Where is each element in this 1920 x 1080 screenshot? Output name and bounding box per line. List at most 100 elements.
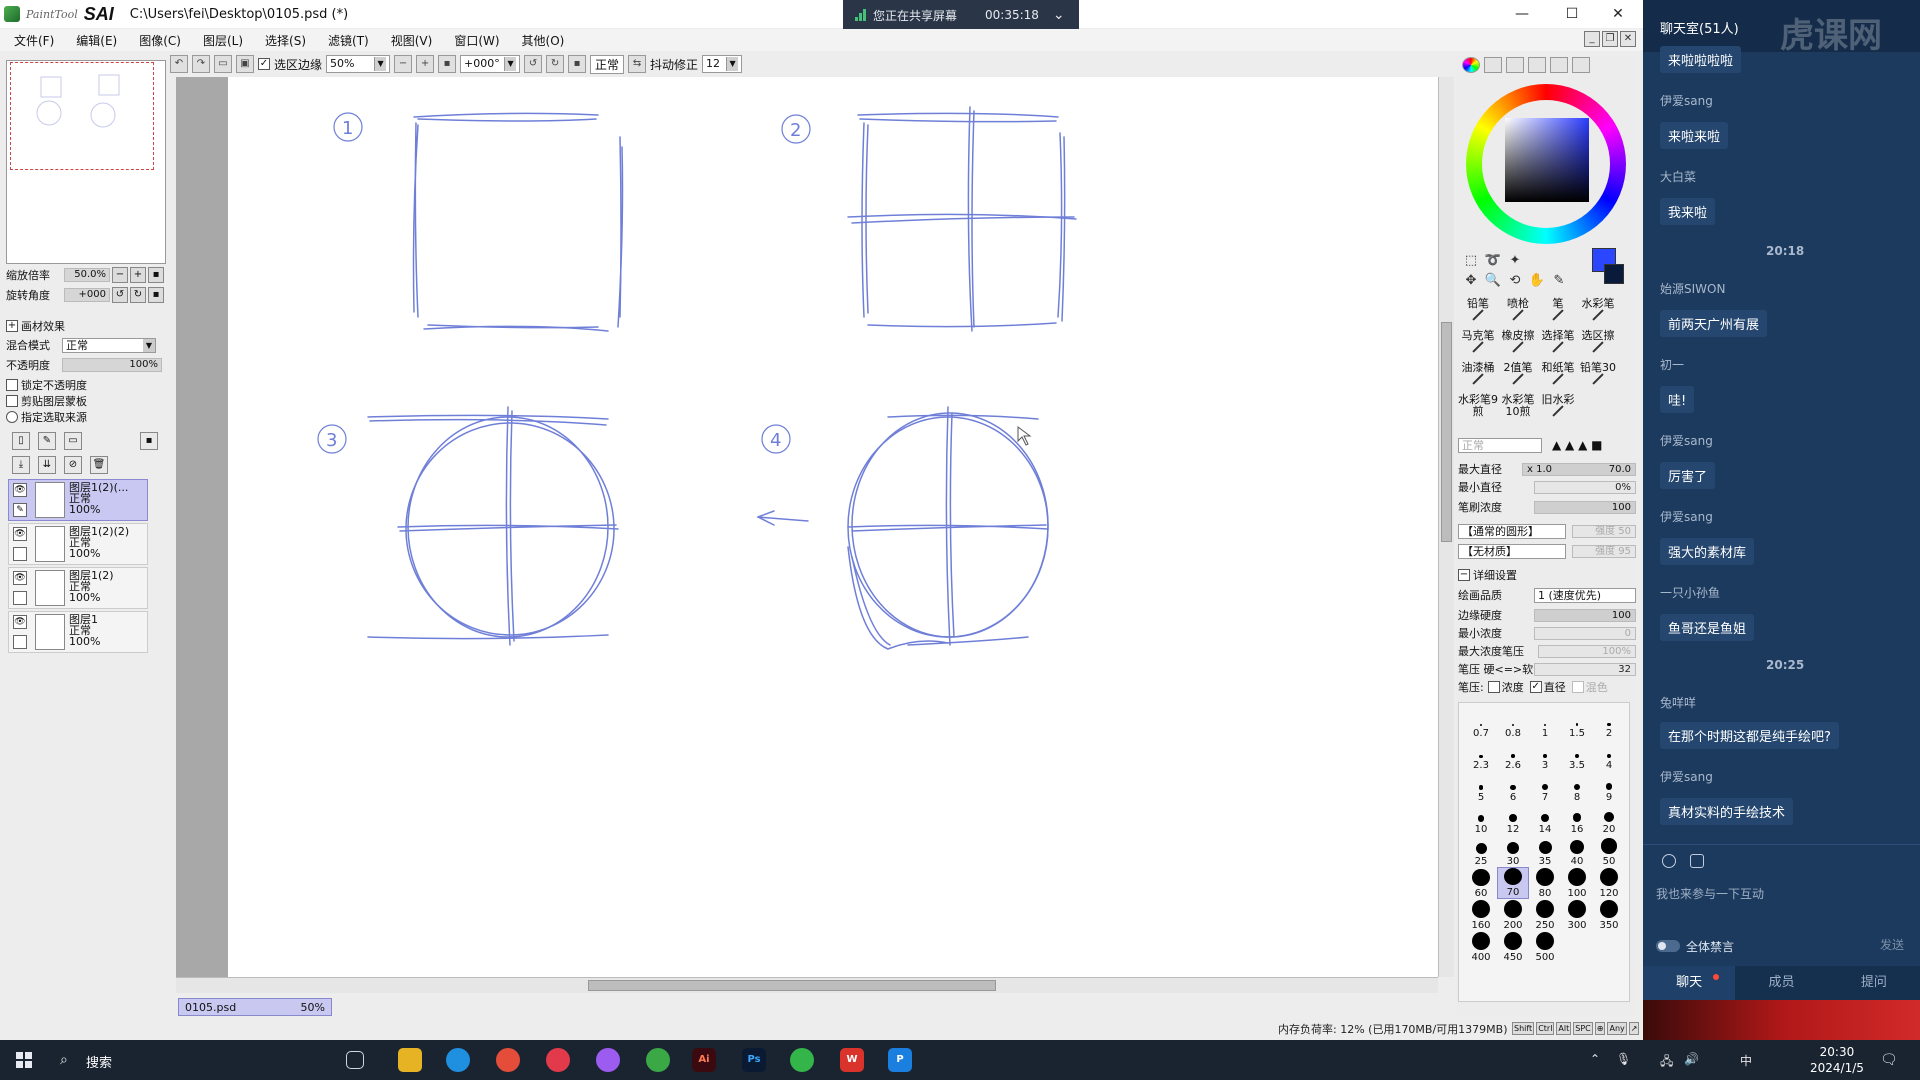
network-icon[interactable]: 🖧 — [1660, 1052, 1673, 1073]
taskbar-clock[interactable]: 20:30 2024/1/5 — [1810, 1044, 1864, 1076]
lasso-icon[interactable]: ➰ — [1484, 252, 1502, 270]
layer-item[interactable]: 👁 图层1(2)(2) 正常 100% — [8, 523, 148, 565]
selection-source-radio[interactable] — [6, 411, 18, 423]
swatch-tab-icon[interactable] — [1528, 57, 1546, 73]
zoom-fit-button[interactable]: ▪ — [148, 267, 164, 283]
zoom-minus-button[interactable]: − — [112, 267, 128, 283]
invert-selection-icon[interactable]: ▣ — [236, 55, 254, 73]
pressure-diameter-checkbox[interactable]: ✓ — [1529, 681, 1542, 693]
brush-old-watercolor[interactable]: 旧水彩 — [1538, 394, 1578, 426]
collapse-icon[interactable]: − — [1458, 569, 1470, 581]
max-density-pressure-slider[interactable]: 100% — [1538, 644, 1636, 658]
wechat-icon[interactable] — [790, 1048, 814, 1072]
drawing-canvas[interactable]: 1 2 3 4 — [228, 77, 1438, 977]
chevron-down-icon[interactable]: ⌄ — [1053, 7, 1065, 23]
edge-icon[interactable] — [446, 1048, 470, 1072]
browser-icon[interactable] — [596, 1048, 620, 1072]
undo-icon[interactable]: ↶ — [170, 55, 188, 73]
tab-chat[interactable]: 聊天 — [1643, 966, 1736, 1000]
brush-pencil[interactable]: 铅笔 — [1458, 298, 1498, 330]
blend-mode-select[interactable]: 正常 ▼ — [62, 337, 156, 353]
mdi-close-button[interactable]: ✕ — [1620, 31, 1636, 47]
brush-size-6[interactable]: 6 — [1497, 771, 1529, 803]
netease-music-icon[interactable] — [546, 1048, 570, 1072]
brush-size-8[interactable]: 8 — [1561, 771, 1593, 803]
merge-down-icon[interactable]: ⇊ — [38, 456, 56, 474]
eye-icon[interactable]: 👁 — [13, 615, 27, 629]
minimize-button[interactable]: — — [1500, 0, 1544, 28]
brush-size-250[interactable]: 250 — [1529, 899, 1561, 931]
clip-mask-row[interactable]: 剪贴图层蒙板 — [6, 393, 166, 409]
brush-size-2.3[interactable]: 2.3 — [1465, 739, 1497, 771]
lock-icon[interactable] — [13, 547, 27, 561]
document-tab[interactable]: 0105.psd 50% — [178, 998, 332, 1016]
brush-icon[interactable]: ✎ — [13, 503, 27, 517]
brush-size-120[interactable]: 120 — [1593, 867, 1625, 899]
view-mode-value[interactable]: 正常 — [590, 54, 625, 74]
tab-members[interactable]: 成员 — [1735, 966, 1827, 1000]
zoom-select[interactable]: 50% ▼ — [326, 55, 391, 73]
rotate-ccw-button[interactable]: ↺ — [112, 287, 128, 303]
eye-icon[interactable]: 👁 — [13, 571, 27, 585]
rotate-reset-icon[interactable]: ▪ — [568, 55, 587, 73]
menu-layer[interactable]: 图层(L) — [203, 32, 243, 49]
lock-opacity-checkbox[interactable] — [6, 379, 18, 391]
eyedropper-icon[interactable]: ✎ — [1550, 272, 1568, 290]
zoom-tool-icon[interactable]: 🔍 — [1484, 272, 1502, 290]
stabilizer-select[interactable]: 12 ▼ — [702, 55, 743, 73]
brush-size-9[interactable]: 9 — [1593, 771, 1625, 803]
brush-binary[interactable]: 2值笔 — [1498, 362, 1538, 394]
brush-eraser[interactable]: 橡皮擦 — [1498, 330, 1538, 362]
photoshop-icon[interactable]: Ps — [742, 1048, 766, 1072]
new-layer-icon[interactable]: ▯ — [12, 432, 30, 450]
brush-size-350[interactable]: 350 — [1593, 899, 1625, 931]
close-button[interactable]: ✕ — [1596, 0, 1640, 28]
wps-icon[interactable]: W — [840, 1048, 864, 1072]
zoom-in-icon[interactable]: + — [416, 55, 435, 73]
screen-share-bar[interactable]: 您正在共享屏幕 00:35:18 ⌄ — [843, 0, 1079, 30]
new-folder-icon[interactable]: ▭ — [64, 432, 82, 450]
brush-watercolor[interactable]: 水彩笔 — [1578, 298, 1618, 330]
delete-layer-icon[interactable]: 🗑 — [90, 456, 108, 474]
brush-size-3[interactable]: 3 — [1529, 739, 1561, 771]
tray-chevron-icon[interactable]: ⌃ — [1590, 1052, 1600, 1066]
opacity-slider[interactable]: 100% — [62, 358, 162, 372]
brush-size-0.7[interactable]: 0.7 — [1465, 707, 1497, 739]
lock-opacity-row[interactable]: 锁定不透明度 — [6, 377, 166, 393]
zoom-out-icon[interactable]: − — [394, 55, 413, 73]
clip-mask-checkbox[interactable] — [6, 395, 18, 407]
brush-size-2[interactable]: 2 — [1593, 707, 1625, 739]
brush-size-1.5[interactable]: 1.5 — [1561, 707, 1593, 739]
search-icon[interactable]: ⌕ — [60, 1052, 68, 1068]
eye-icon[interactable]: 👁 — [13, 483, 27, 497]
chat-input[interactable]: 我也来参与一下互动 — [1656, 885, 1764, 902]
sai-taskbar-icon[interactable] — [646, 1048, 670, 1072]
brush-size-50[interactable]: 50 — [1593, 835, 1625, 867]
scratchpad-tab-icon[interactable] — [1550, 57, 1568, 73]
chrome-icon[interactable] — [496, 1048, 520, 1072]
rotate-cw-button[interactable]: ↻ — [130, 287, 146, 303]
pressure-blend-checkbox[interactable] — [1571, 681, 1584, 693]
illustrator-icon[interactable]: Ai — [692, 1048, 716, 1072]
brush-shape-select[interactable]: 【通常的圆形】 — [1458, 523, 1566, 539]
detail-settings-header[interactable]: − 详细设置 — [1458, 566, 1636, 584]
brush-select-eraser[interactable]: 选区擦 — [1578, 330, 1618, 362]
selection-source-row[interactable]: 指定选取来源 — [6, 409, 166, 425]
redo-icon[interactable]: ↷ — [192, 55, 210, 73]
transfer-down-icon[interactable]: ⤓ — [12, 456, 30, 474]
menu-view[interactable]: 视图(V) — [391, 32, 433, 49]
send-button[interactable]: 发送 — [1880, 936, 1904, 953]
brush-airbrush[interactable]: 喷枪 — [1498, 298, 1538, 330]
brush-size-35[interactable]: 35 — [1529, 835, 1561, 867]
menu-edit[interactable]: 编辑(E) — [76, 32, 117, 49]
flip-icon[interactable]: ⇆ — [628, 55, 647, 73]
brush-size-60[interactable]: 60 — [1465, 867, 1497, 899]
brush-size-40[interactable]: 40 — [1561, 835, 1593, 867]
expand-icon[interactable]: + — [6, 320, 18, 332]
brush-pen[interactable]: 笔 — [1538, 298, 1578, 330]
rgb-slider-tab-icon[interactable] — [1484, 57, 1502, 73]
brush-size-400[interactable]: 400 — [1465, 931, 1497, 963]
texture-effect-header[interactable]: + 画材效果 — [6, 318, 166, 334]
lock-icon[interactable] — [13, 635, 27, 649]
rect-select-icon[interactable]: ⬚ — [1462, 252, 1480, 270]
